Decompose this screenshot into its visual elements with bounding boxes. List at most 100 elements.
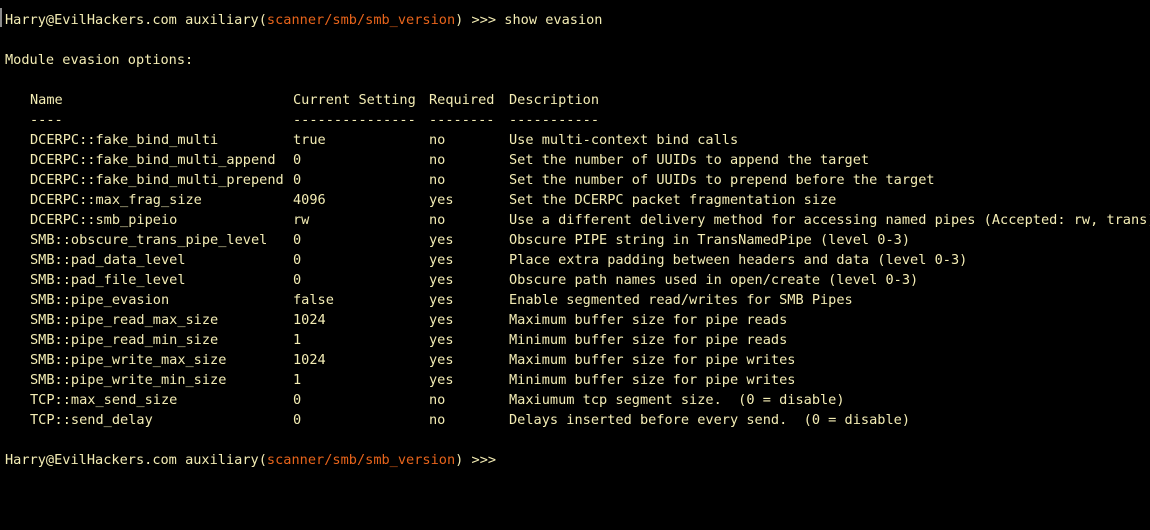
option-description: Place extra padding between headers and … bbox=[509, 252, 968, 268]
table-row: SMB::pipe_write_max_size 1024 yes Maximu… bbox=[5, 350, 1150, 370]
final-prompt-user-host: Harry@EvilHackers.com bbox=[5, 452, 177, 468]
table-row: SMB::pipe_read_max_size 1024 yes Maximum… bbox=[5, 310, 1150, 330]
option-required: no bbox=[429, 132, 446, 148]
option-description: Enable segmented read/writes for SMB Pip… bbox=[509, 292, 853, 308]
separator-required: -------- bbox=[429, 112, 495, 128]
option-name: TCP::send_delay bbox=[30, 412, 153, 428]
prompt-module-type: auxiliary bbox=[185, 12, 259, 28]
option-description: Maxiumum tcp segment size. (0 = disable) bbox=[509, 392, 845, 408]
option-name: DCERPC::fake_bind_multi_append bbox=[30, 152, 276, 168]
option-required: yes bbox=[429, 252, 454, 268]
option-required: yes bbox=[429, 352, 454, 368]
option-setting: 1024 bbox=[293, 352, 326, 368]
option-setting: 4096 bbox=[293, 192, 326, 208]
table-row: TCP::send_delay 0 no Delays inserted bef… bbox=[5, 410, 1150, 430]
option-name: SMB::pipe_write_min_size bbox=[30, 372, 227, 388]
option-setting: 0 bbox=[293, 412, 302, 428]
option-description: Obscure path names used in open/create (… bbox=[509, 272, 919, 288]
header-current-setting: Current Setting bbox=[293, 92, 416, 108]
option-required: no bbox=[429, 392, 446, 408]
option-description: Set the number of UUIDs to append the ta… bbox=[509, 152, 870, 168]
option-setting: 0 bbox=[293, 232, 302, 248]
option-name: SMB::pipe_read_min_size bbox=[30, 332, 219, 348]
prompt-open-paren: ( bbox=[258, 12, 267, 28]
terminal-edge-marker bbox=[0, 8, 2, 27]
table-row: DCERPC::fake_bind_multi_prepend 0 no Set… bbox=[5, 170, 1150, 190]
table-row: SMB::obscure_trans_pipe_level 0 yes Obsc… bbox=[5, 230, 1150, 250]
header-required: Required bbox=[429, 92, 495, 108]
table-row: SMB::pad_file_level 0 yes Obscure path n… bbox=[5, 270, 1150, 290]
option-required: yes bbox=[429, 272, 454, 288]
option-description: Set the number of UUIDs to prepend befor… bbox=[509, 172, 935, 188]
table-row: DCERPC::fake_bind_multi true no Use mult… bbox=[5, 130, 1150, 150]
option-name: DCERPC::fake_bind_multi_prepend bbox=[30, 172, 284, 188]
option-description: Minimum buffer size for pipe writes bbox=[509, 372, 796, 388]
option-setting: 0 bbox=[293, 272, 302, 288]
terminal-window[interactable]: Harry@EvilHackers.com auxiliary(scanner/… bbox=[0, 0, 1150, 483]
option-description: Obscure PIPE string in TransNamedPipe (l… bbox=[509, 232, 911, 248]
table-row: TCP::max_send_size 0 no Maxiumum tcp seg… bbox=[5, 390, 1150, 410]
option-setting: 1 bbox=[293, 372, 302, 388]
option-name: DCERPC::smb_pipeio bbox=[30, 212, 178, 228]
table-header: Name Current Setting Required Descriptio… bbox=[5, 90, 1150, 110]
option-required: no bbox=[429, 412, 446, 428]
table-row: SMB::pipe_write_min_size 1 yes Minimum b… bbox=[5, 370, 1150, 390]
option-setting: 1024 bbox=[293, 312, 326, 328]
final-prompt-module-path: scanner/smb/smb_version bbox=[266, 452, 456, 468]
option-setting: 0 bbox=[293, 172, 302, 188]
option-required: no bbox=[429, 212, 446, 228]
option-setting: false bbox=[293, 292, 334, 308]
prompt-module-path: scanner/smb/smb_version bbox=[266, 12, 456, 28]
table-row: DCERPC::max_frag_size 4096 yes Set the D… bbox=[5, 190, 1150, 210]
option-description: Use multi-context bind calls bbox=[509, 132, 739, 148]
separator-description: ----------- bbox=[509, 112, 600, 128]
option-name: SMB::pad_file_level bbox=[30, 272, 186, 288]
separator-name: ---- bbox=[30, 112, 63, 128]
option-required: no bbox=[429, 172, 446, 188]
option-name: SMB::pipe_evasion bbox=[30, 292, 170, 308]
option-setting: 0 bbox=[293, 152, 302, 168]
separator-current-setting: --------------- bbox=[293, 112, 416, 128]
final-prompt-module-type: auxiliary bbox=[185, 452, 259, 468]
option-name: SMB::pad_data_level bbox=[30, 252, 186, 268]
section-title-text: Module evasion options: bbox=[5, 52, 194, 68]
option-name: DCERPC::fake_bind_multi bbox=[30, 132, 219, 148]
option-setting: 1 bbox=[293, 332, 302, 348]
header-description: Description bbox=[509, 92, 600, 108]
option-description: Maximum buffer size for pipe reads bbox=[509, 312, 788, 328]
table-row: SMB::pipe_evasion false yes Enable segme… bbox=[5, 290, 1150, 310]
option-name: TCP::max_send_size bbox=[30, 392, 178, 408]
table-row: SMB::pad_data_level 0 yes Place extra pa… bbox=[5, 250, 1150, 270]
command-input-line[interactable]: Harry@EvilHackers.com auxiliary(scanner/… bbox=[5, 450, 1150, 470]
final-prompt-open-paren: ( bbox=[258, 452, 267, 468]
final-prompt-symbol: >>> bbox=[463, 452, 497, 468]
table-row: DCERPC::fake_bind_multi_append 0 no Set … bbox=[5, 150, 1150, 170]
option-name: SMB::pipe_write_max_size bbox=[30, 352, 227, 368]
option-description: Use a different delivery method for acce… bbox=[509, 212, 1150, 228]
table-separator: ---- --------------- -------- ----------… bbox=[5, 110, 1150, 130]
table-row: SMB::pipe_read_min_size 1 yes Minimum bu… bbox=[5, 330, 1150, 350]
header-name: Name bbox=[30, 92, 63, 108]
option-description: Minimum buffer size for pipe reads bbox=[509, 332, 788, 348]
option-setting: rw bbox=[293, 212, 310, 228]
option-required: yes bbox=[429, 192, 454, 208]
prompt-user-host: Harry@EvilHackers.com bbox=[5, 12, 177, 28]
option-description: Delays inserted before every send. (0 = … bbox=[509, 412, 911, 428]
option-description: Set the DCERPC packet fragmentation size bbox=[509, 192, 837, 208]
option-setting: true bbox=[293, 132, 326, 148]
option-required: yes bbox=[429, 292, 454, 308]
table-row: DCERPC::smb_pipeio rw no Use a different… bbox=[5, 210, 1150, 230]
option-setting: 0 bbox=[293, 392, 302, 408]
option-required: no bbox=[429, 152, 446, 168]
section-title: Module evasion options: bbox=[5, 50, 1150, 70]
option-name: DCERPC::max_frag_size bbox=[30, 192, 202, 208]
option-setting: 0 bbox=[293, 252, 302, 268]
option-required: yes bbox=[429, 372, 454, 388]
prompt-symbol: >>> bbox=[463, 12, 505, 28]
option-required: yes bbox=[429, 232, 454, 248]
prompt-command: show evasion bbox=[504, 12, 603, 28]
option-description: Maximum buffer size for pipe writes bbox=[509, 352, 796, 368]
